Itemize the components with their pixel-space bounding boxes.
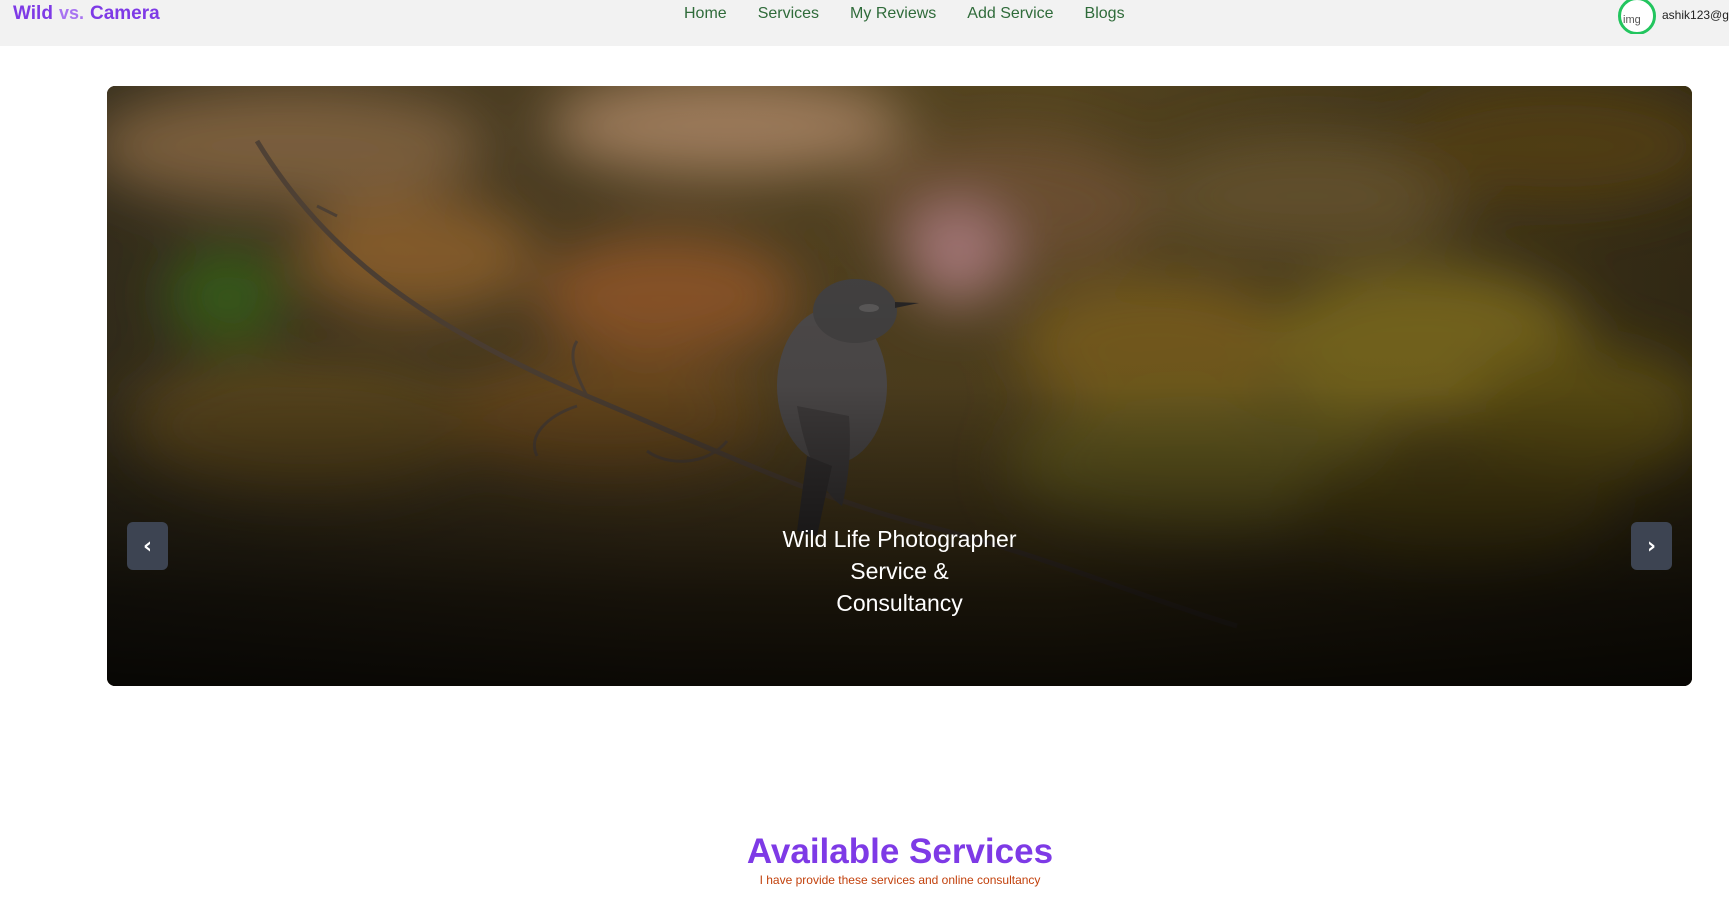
navbar: Wild vs. Camera Home Services My Reviews A… [0, 0, 1729, 46]
site-logo[interactable]: Wild vs. Camera [13, 3, 160, 25]
hero-caption-line-3: Consultancy [836, 590, 963, 616]
main-nav: Home Services My Reviews Add Service Blo… [684, 5, 1156, 23]
avatar-alt-text: img [1623, 14, 1641, 26]
brand-camera: Camera [89, 3, 160, 24]
user-menu[interactable]: img ashik123@gmail.com [1616, 0, 1729, 34]
hero-caption: Wild Life Photographer Service & Consult… [107, 523, 1692, 619]
hero-caption-line-2: Service & [850, 558, 949, 584]
services-subtitle: I have provide these services and online… [759, 873, 1041, 887]
avatar[interactable]: img [1618, 0, 1656, 34]
hero-caption-line-1: Wild Life Photographer [782, 526, 1017, 552]
user-email: ashik123@gmail.com [1662, 8, 1729, 22]
chevron-right-icon: › [1646, 533, 1657, 559]
nav-blogs[interactable]: Blogs [1085, 5, 1125, 23]
nav-home[interactable]: Home [684, 5, 727, 23]
carousel-prev-button[interactable]: ‹ [127, 522, 168, 570]
services-section-header: Available Services I have provide these … [0, 832, 1729, 887]
chevron-left-icon: ‹ [142, 533, 153, 559]
brand-vs: vs. [58, 3, 84, 23]
hero-carousel: Wild Life Photographer Service & Consult… [107, 86, 1692, 686]
brand-wild: Wild [13, 3, 53, 24]
nav-add-service[interactable]: Add Service [967, 5, 1053, 23]
nav-my-reviews[interactable]: My Reviews [850, 5, 936, 23]
services-title: Available Services [746, 832, 1054, 871]
nav-services[interactable]: Services [758, 5, 819, 23]
carousel-next-button[interactable]: › [1631, 522, 1672, 570]
